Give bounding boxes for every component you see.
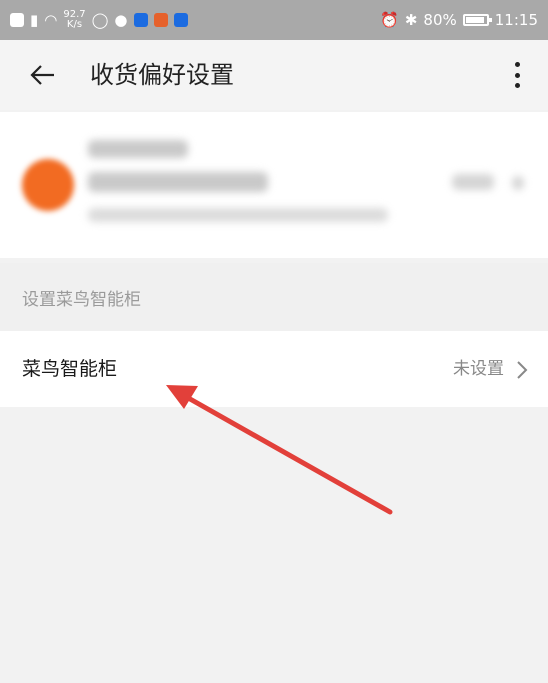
annotation-arrow — [166, 385, 393, 515]
